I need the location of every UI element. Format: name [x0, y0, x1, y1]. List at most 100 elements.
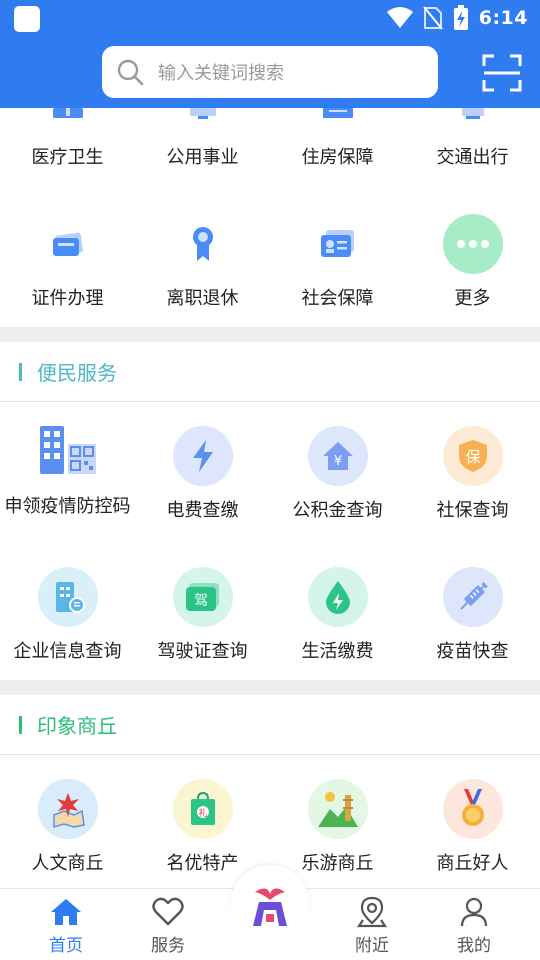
nav-service[interactable]: 服务	[118, 889, 218, 960]
building-qr-icon	[39, 426, 96, 474]
impression-culture[interactable]: 人文商丘	[0, 779, 135, 875]
section-marker	[19, 715, 22, 734]
syringe-icon	[442, 567, 503, 627]
service-electricity[interactable]: 电费查缴	[135, 426, 270, 522]
impression-label: 名优特产	[166, 853, 239, 874]
service-social-insurance[interactable]: 保 社保查询	[405, 426, 540, 522]
category-label: 公用事业	[166, 147, 239, 168]
nav-label: 服务	[151, 936, 185, 956]
main-content: 医疗卫生 公用事业 住房保障 交通出行 证件办理 离职退休 社会保障 更多 便民…	[0, 108, 540, 888]
category-retire[interactable]: 离职退休	[135, 214, 270, 310]
no-sim-icon	[422, 6, 443, 30]
category-id-card[interactable]: 证件办理	[0, 214, 135, 310]
service-label: 申领疫情防控码	[4, 496, 131, 517]
category-utility[interactable]: 公用事业	[135, 108, 270, 169]
medical-icon	[52, 108, 83, 118]
retire-medal-icon	[173, 214, 233, 274]
category-label: 社会保障	[301, 288, 374, 309]
housing-icon	[322, 108, 353, 118]
category-label: 证件办理	[31, 288, 104, 309]
service-label: 社保查询	[436, 500, 509, 521]
service-enterprise-info[interactable]: 企业信息查询	[0, 567, 135, 663]
medal-icon	[442, 779, 503, 839]
category-housing[interactable]: 住房保障	[270, 108, 405, 169]
service-epidemic-code[interactable]: 申领疫情防控码	[0, 426, 135, 522]
utility-icon	[189, 108, 216, 119]
category-label: 交通出行	[436, 147, 509, 168]
service-label: 公积金查询	[292, 500, 383, 521]
app-notification-icon	[14, 6, 40, 32]
scan-icon[interactable]	[482, 54, 522, 92]
landscape-tower-icon	[307, 779, 368, 839]
service-label: 疫苗快查	[436, 641, 509, 662]
license-jia-icon: 驾	[172, 567, 233, 627]
impression-specialty[interactable]: 礼 名优特产	[135, 779, 270, 875]
impression-travel[interactable]: 乐游商丘	[270, 779, 405, 875]
lightning-icon	[172, 426, 233, 486]
convenience-row-2: 企业信息查询 驾 驾驶证查询 生活缴费 疫苗快查	[0, 567, 540, 663]
category-label: 离职退休	[166, 288, 239, 309]
service-vaccine[interactable]: 疫苗快查	[405, 567, 540, 663]
category-medical[interactable]: 医疗卫生	[0, 108, 135, 169]
shield-bao-icon: 保	[442, 426, 503, 486]
section-header-convenience: 便民服务	[0, 342, 540, 402]
impression-row-1: 人文商丘 礼 名优特产 乐游商丘 商丘好人	[0, 779, 540, 875]
category-label: 医疗卫生	[31, 147, 104, 168]
wifi-icon	[386, 7, 413, 28]
city-logo-button[interactable]	[230, 865, 310, 945]
search-row: 输入关键词搜索	[0, 44, 540, 100]
convenience-row-1: 申领疫情防控码 电费查缴 ¥ 公积金查询 保 社保查询	[0, 426, 540, 522]
category-more[interactable]: 更多	[405, 214, 540, 310]
enterprise-icon	[37, 567, 98, 627]
service-housing-fund[interactable]: ¥ 公积金查询	[270, 426, 405, 522]
more-dots-icon	[442, 214, 503, 274]
city-logo-icon	[253, 888, 287, 926]
battery-charging-icon	[453, 5, 468, 30]
house-yuan-icon: ¥	[307, 426, 368, 486]
service-label: 生活缴费	[301, 641, 374, 662]
nav-home[interactable]: 首页	[16, 889, 116, 960]
nav-label: 附近	[355, 936, 389, 956]
service-label: 企业信息查询	[13, 641, 122, 662]
bottom-navigation: 首页 服务 附近 我的	[0, 865, 540, 960]
heart-icon	[152, 897, 184, 926]
service-living-payment[interactable]: 生活缴费	[270, 567, 405, 663]
category-row-1: 医疗卫生 公用事业 住房保障 交通出行	[0, 108, 540, 169]
search-input[interactable]: 输入关键词搜索	[102, 46, 438, 98]
impression-label: 人文商丘	[31, 853, 104, 874]
service-driver-license[interactable]: 驾 驾驶证查询	[135, 567, 270, 663]
category-label: 更多	[454, 288, 491, 309]
impression-good-people[interactable]: 商丘好人	[405, 779, 540, 875]
home-icon	[51, 899, 81, 925]
section-marker	[19, 362, 22, 381]
gift-bag-icon: 礼	[172, 779, 233, 839]
category-social-security[interactable]: 社会保障	[270, 214, 405, 310]
search-icon	[117, 59, 144, 86]
location-pin-icon	[357, 896, 387, 928]
status-bar: 6:14	[0, 0, 540, 36]
impression-label: 乐游商丘	[301, 853, 374, 874]
section-divider	[0, 327, 540, 342]
section-title: 印象商丘	[37, 714, 117, 738]
clock: 6:14	[478, 7, 528, 29]
category-row-2: 证件办理 离职退休 社会保障 更多	[0, 214, 540, 310]
yuan-glyph: ¥	[333, 454, 341, 469]
nav-mine[interactable]: 我的	[424, 889, 524, 960]
impression-label: 商丘好人	[436, 853, 509, 874]
li-glyph: 礼	[198, 807, 207, 819]
section-header-impression: 印象商丘	[0, 695, 540, 755]
water-drop-icon	[307, 567, 368, 627]
status-indicators: 6:14	[386, 4, 528, 32]
bao-glyph: 保	[465, 448, 480, 466]
jia-glyph: 驾	[194, 593, 208, 609]
social-security-card-icon	[308, 214, 368, 274]
nav-nearby[interactable]: 附近	[322, 889, 422, 960]
section-title: 便民服务	[37, 361, 117, 385]
nav-label: 我的	[457, 936, 491, 956]
search-placeholder: 输入关键词搜索	[158, 63, 284, 84]
category-traffic[interactable]: 交通出行	[405, 108, 540, 169]
header: 6:14 输入关键词搜索	[0, 0, 540, 108]
nav-label: 首页	[49, 936, 83, 956]
traffic-icon	[461, 108, 484, 119]
category-label: 住房保障	[301, 147, 374, 168]
